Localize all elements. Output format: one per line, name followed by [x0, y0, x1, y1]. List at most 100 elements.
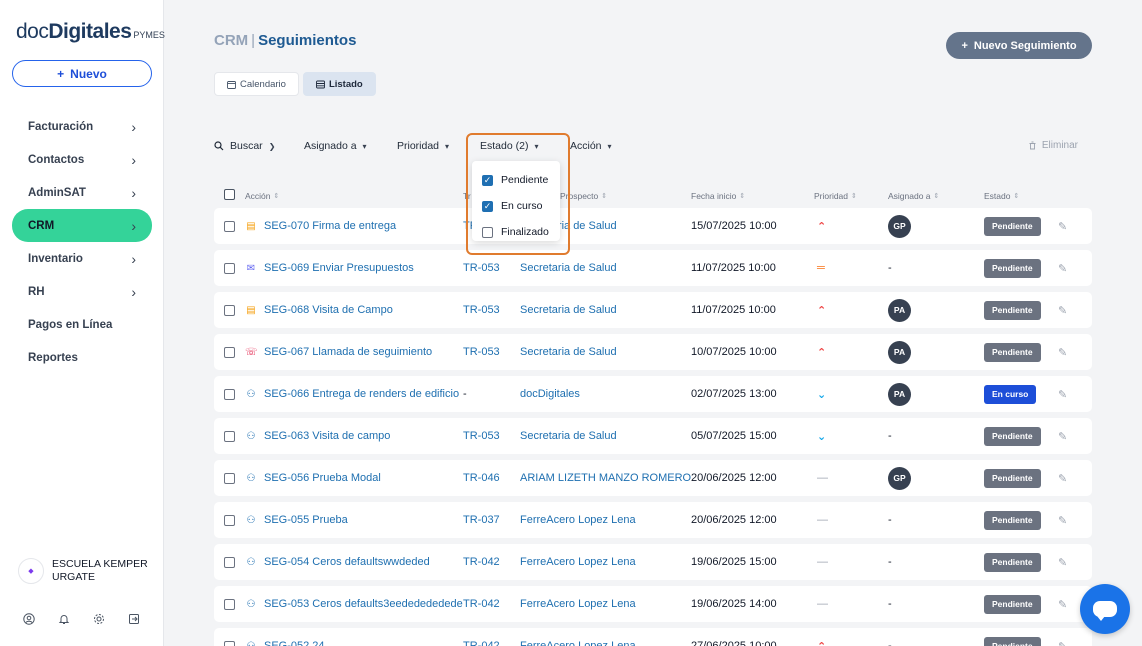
- action-link[interactable]: SEG-056 Prueba Modal: [264, 472, 381, 484]
- tr-link[interactable]: TR-042: [463, 628, 500, 646]
- prospect-link[interactable]: Secretaria de Salud: [520, 292, 617, 328]
- priority-filter[interactable]: Prioridad ▾: [397, 140, 449, 152]
- edit-icon[interactable]: ✎: [1058, 250, 1067, 286]
- edit-icon[interactable]: ✎: [1058, 460, 1067, 496]
- action-cell[interactable]: ▤ SEG-070 Firma de entrega: [245, 208, 396, 244]
- edit-icon[interactable]: ✎: [1058, 502, 1067, 538]
- sidebar-item-contactos[interactable]: Contactos ›: [12, 143, 152, 176]
- action-cell[interactable]: ⚇ SEG-066 Entrega de renders de edificio: [245, 376, 460, 412]
- sidebar-item-reportes[interactable]: Reportes: [12, 341, 152, 374]
- action-cell[interactable]: ⚇ SEG-053 Ceros defaults3eededededede: [245, 586, 463, 622]
- tr-link[interactable]: TR-046: [463, 460, 500, 496]
- row-checkbox[interactable]: [224, 598, 235, 610]
- chat-support-button[interactable]: [1080, 584, 1130, 634]
- column-priority[interactable]: Prioridad ⇕: [814, 191, 857, 201]
- table-row[interactable]: ☏ SEG-067 Llamada de seguimiento TR-053 Sec…: [214, 334, 1092, 370]
- column-date[interactable]: Fecha inicio ⇕: [691, 191, 745, 201]
- status-option-pendiente[interactable]: ✓ Pendiente: [472, 167, 560, 193]
- prospect-link[interactable]: Secretaria de Salud: [520, 418, 617, 454]
- column-tr[interactable]: Tr: [463, 191, 471, 201]
- row-checkbox[interactable]: [224, 472, 235, 484]
- action-filter[interactable]: Acción ▾: [570, 140, 612, 152]
- avatar[interactable]: PA: [888, 298, 911, 322]
- action-cell[interactable]: ▤ SEG-068 Visita de Campo: [245, 292, 393, 328]
- row-checkbox[interactable]: [224, 640, 235, 646]
- app-logo[interactable]: docDigitales PYMES: [16, 20, 165, 44]
- row-checkbox[interactable]: [224, 346, 235, 358]
- table-row[interactable]: ▤SEG-070 Firma de entregaTR-053Secretari…: [214, 208, 1092, 244]
- assigned-filter[interactable]: Asignado a ▾: [304, 140, 367, 152]
- edit-icon[interactable]: ✎: [1058, 208, 1067, 244]
- edit-icon[interactable]: ✎: [1058, 586, 1067, 622]
- action-link[interactable]: SEG-052 24: [264, 640, 325, 646]
- prospect-link[interactable]: FerreAcero Lopez Lena: [520, 502, 636, 538]
- status-option-finalizado[interactable]: Finalizado: [472, 219, 560, 245]
- tr-link[interactable]: TR-053: [463, 334, 500, 370]
- avatar[interactable]: GP: [888, 466, 911, 490]
- avatar[interactable]: GP: [888, 214, 911, 238]
- avatar[interactable]: PA: [888, 382, 911, 406]
- user-icon[interactable]: [22, 612, 35, 625]
- prospect-link[interactable]: docDigitales: [520, 376, 580, 412]
- sidebar-item-pagos-en-l-nea[interactable]: Pagos en Línea: [12, 308, 152, 341]
- logout-icon[interactable]: [127, 612, 140, 625]
- tr-link[interactable]: TR-053: [463, 418, 500, 454]
- prospect-link[interactable]: Secretaria de Salud: [520, 334, 617, 370]
- tr-link[interactable]: TR-053: [463, 250, 500, 286]
- row-checkbox[interactable]: [224, 388, 235, 400]
- status-filter[interactable]: Estado (2) ▾: [480, 140, 538, 152]
- row-checkbox[interactable]: [224, 514, 235, 526]
- column-action[interactable]: Acción ⇕: [245, 191, 279, 201]
- gear-icon[interactable]: [92, 612, 105, 625]
- edit-icon[interactable]: ✎: [1058, 628, 1067, 646]
- table-row[interactable]: ⚇ SEG-056 Prueba Modal TR-046 ARIAM LIZETH …: [214, 460, 1092, 496]
- status-option-checkbox[interactable]: ✓: [482, 200, 493, 212]
- new-button[interactable]: + Nuevo: [12, 60, 152, 87]
- prospect-link[interactable]: ARIAM LIZETH MANZO ROMERO: [520, 460, 691, 496]
- status-option-checkbox[interactable]: ✓: [482, 174, 493, 186]
- status-option-en-curso[interactable]: ✓ En curso: [472, 193, 560, 219]
- prospect-link[interactable]: FerreAcero Lopez Lena: [520, 544, 636, 580]
- column-prospect[interactable]: Prospecto ⇕: [560, 191, 607, 201]
- row-checkbox[interactable]: [224, 262, 235, 274]
- table-row[interactable]: ⚇ SEG-052 24 TR-042 FerreAcero Lopez Lena 27…: [214, 628, 1092, 646]
- edit-icon[interactable]: ✎: [1058, 292, 1067, 328]
- sidebar-item-inventario[interactable]: Inventario ›: [12, 242, 152, 275]
- action-cell[interactable]: ⚇ SEG-055 Prueba: [245, 502, 348, 538]
- table-row[interactable]: ⚇ SEG-054 Ceros defaultswwdeded TR-042 Ferr…: [214, 544, 1092, 580]
- action-cell[interactable]: ⚇ SEG-063 Visita de campo: [245, 418, 391, 454]
- table-row[interactable]: ▤ SEG-068 Visita de Campo TR-053 Secretaria…: [214, 292, 1092, 328]
- status-option-checkbox[interactable]: [482, 226, 493, 238]
- bell-icon[interactable]: [57, 612, 70, 625]
- table-row[interactable]: ⚇ SEG-066 Entrega de renders de edificio -…: [214, 376, 1092, 412]
- row-checkbox[interactable]: [224, 556, 235, 568]
- select-all-checkbox[interactable]: [224, 189, 235, 200]
- action-link[interactable]: SEG-068 Visita de Campo: [264, 304, 393, 316]
- table-row[interactable]: ✉ SEG-069 Enviar Presupuestos TR-053 Secret…: [214, 250, 1092, 286]
- action-link[interactable]: SEG-055 Prueba: [264, 514, 348, 526]
- delete-button[interactable]: Eliminar: [1028, 140, 1078, 151]
- table-row[interactable]: ⚇ SEG-053 Ceros defaults3eededededede TR-0…: [214, 586, 1092, 622]
- row-checkbox[interactable]: [224, 220, 235, 232]
- action-link[interactable]: SEG-053 Ceros defaults3eededededede: [264, 598, 463, 610]
- column-status[interactable]: Estado ⇕: [984, 191, 1019, 201]
- edit-icon[interactable]: ✎: [1058, 544, 1067, 580]
- search-filter[interactable]: Buscar ❯: [214, 140, 275, 152]
- sidebar-item-adminsat[interactable]: AdminSAT ›: [12, 176, 152, 209]
- action-link[interactable]: SEG-069 Enviar Presupuestos: [264, 262, 414, 274]
- edit-icon[interactable]: ✎: [1058, 334, 1067, 370]
- action-link[interactable]: SEG-054 Ceros defaultswwdeded: [264, 556, 430, 568]
- prospect-link[interactable]: FerreAcero Lopez Lena: [520, 628, 636, 646]
- company-info[interactable]: ◆ ESCUELA KEMPER URGATE: [18, 558, 152, 584]
- tr-link[interactable]: TR-042: [463, 544, 500, 580]
- action-link[interactable]: SEG-066 Entrega de renders de edificio: [264, 388, 459, 400]
- action-link[interactable]: SEG-063 Visita de campo: [264, 430, 390, 442]
- tab-list[interactable]: Listado: [302, 72, 376, 96]
- avatar[interactable]: PA: [888, 340, 911, 364]
- row-checkbox[interactable]: [224, 430, 235, 442]
- tr-link[interactable]: TR-053: [463, 292, 500, 328]
- prospect-link[interactable]: Secretaria de Salud: [520, 250, 617, 286]
- prospect-link[interactable]: FerreAcero Lopez Lena: [520, 586, 636, 622]
- table-row[interactable]: ⚇ SEG-055 Prueba TR-037 FerreAcero Lopez Le…: [214, 502, 1092, 538]
- tab-calendar[interactable]: Calendario: [214, 72, 299, 96]
